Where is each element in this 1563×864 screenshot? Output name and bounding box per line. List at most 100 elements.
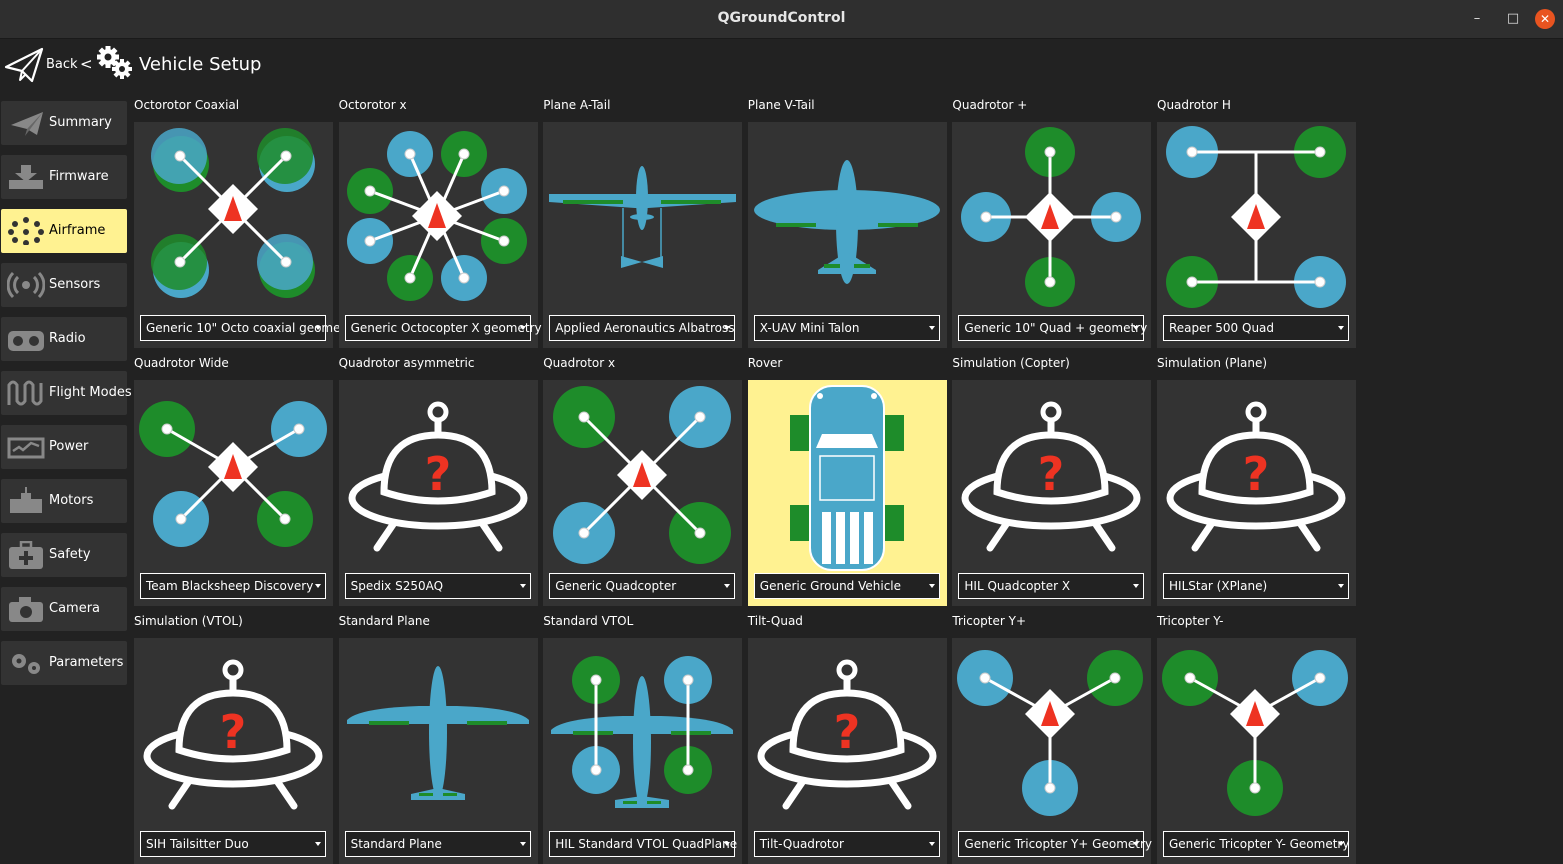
airframe-select-value: Reaper 500 Quad (1169, 321, 1275, 335)
airframe-tile-quadrotor-asymmetric[interactable]: ? Spedix S250AQ (338, 380, 538, 606)
airframe-tile-simulation-copter[interactable]: ? HIL Quadcopter X (952, 380, 1152, 606)
airframe-ufo-image: ? (961, 401, 1141, 552)
chevron-down-icon[interactable] (928, 584, 935, 588)
radio-icon (8, 331, 44, 351)
airframe-select[interactable]: Generic Tricopter Y- Geometry (1163, 831, 1349, 857)
airframe-tile-quadrotor[interactable]: Generic 10" Quad + geometry (952, 122, 1152, 348)
sidebar-item-parameters[interactable]: Parameters (1, 641, 127, 685)
gears-icon (97, 46, 132, 79)
airframe-tri-plus-image (957, 650, 1144, 816)
airframe-quad-plus-image (961, 127, 1142, 307)
airframe-tile-standard-vtol[interactable]: HIL Standard VTOL QuadPlane (543, 638, 743, 864)
airframe-tri-minus-image (1162, 650, 1348, 816)
back-button[interactable]: Back (46, 57, 78, 72)
motors-icon (10, 487, 42, 513)
sidebar-item-label: Motors (49, 493, 94, 508)
sidebar-item-power[interactable]: Power (1, 425, 127, 469)
chevron-down-icon[interactable] (315, 326, 321, 330)
airframe-select[interactable]: Team Blacksheep Discovery (140, 573, 326, 599)
airframe-tile-plane-v-tail[interactable]: X-UAV Mini Talon (747, 122, 947, 348)
airframe-select[interactable]: Spedix S250AQ (344, 573, 531, 599)
airframe-ufo-image: ? (348, 401, 528, 552)
chevron-down-icon[interactable] (1133, 584, 1140, 588)
sidebar-item-firmware[interactable]: Firmware (1, 155, 127, 199)
chevron-down-icon[interactable] (1133, 326, 1140, 330)
airframe-select[interactable]: Generic 10" Quad + geometry (958, 315, 1147, 341)
sidebar-item-camera[interactable]: Camera (1, 587, 127, 631)
chevron-down-icon[interactable] (315, 584, 321, 588)
airframe-select[interactable]: Standard Plane (344, 831, 531, 857)
airframe-octo-coax-image (151, 128, 315, 298)
parameters-icon (12, 654, 40, 674)
minimize-button[interactable]: – (1467, 9, 1487, 29)
airframe-select[interactable]: Generic 10" Octo coaxial geometry (140, 315, 357, 341)
airframe-tile-quadrotor-h[interactable]: Reaper 500 Quad (1157, 122, 1356, 348)
airframe-tile-plane-a-tail[interactable]: Applied Aeronautics Albatross (543, 122, 743, 348)
chevron-down-icon[interactable] (1133, 842, 1140, 846)
airframe-select[interactable]: HIL Standard VTOL QuadPlane (549, 831, 737, 857)
airframe-tile-tricopter-y[interactable]: Generic Tricopter Y+ Geometry (952, 638, 1152, 864)
airframe-select[interactable]: HIL Quadcopter X (958, 573, 1145, 599)
airframe-tile-simulation-plane[interactable]: ? HILStar (XPlane) (1157, 380, 1356, 606)
airframe-plane-std-image (346, 666, 529, 800)
chevron-down-icon[interactable] (1338, 842, 1344, 846)
airframe-select[interactable]: SIH Tailsitter Duo (140, 831, 326, 857)
airframe-tile-tricopter-y[interactable]: Generic Tricopter Y- Geometry (1157, 638, 1356, 864)
airframe-octo-x-image (346, 131, 527, 301)
sidebar-item-motors[interactable]: Motors (1, 479, 127, 523)
airframe-select[interactable]: X-UAV Mini Talon (753, 315, 940, 341)
airframe-select-value: HIL Quadcopter X (964, 579, 1071, 593)
chevron-down-icon[interactable] (519, 326, 526, 330)
sidebar-item-label: Airframe (49, 223, 106, 238)
airframe-tile-quadrotor-wide[interactable]: Team Blacksheep Discovery (134, 380, 333, 606)
sidebar-item-sensors[interactable]: Sensors (1, 263, 127, 307)
sidebar-item-summary[interactable]: Summary (1, 101, 127, 145)
airframe-quad-h-image (1166, 126, 1346, 308)
airframe-select[interactable]: Generic Octocopter X geometry (344, 315, 542, 341)
chevron-down-icon[interactable] (928, 842, 935, 846)
sidebar-item-flight-modes[interactable]: Flight Modes (1, 371, 132, 415)
airframe-select[interactable]: Reaper 500 Quad (1163, 315, 1349, 341)
breadcrumb-separator: < (80, 55, 93, 73)
airframe-select-value: Generic Octocopter X geometry (350, 321, 542, 335)
airframe-select[interactable]: Generic Ground Vehicle (753, 573, 940, 599)
sidebar-item-label: Camera (49, 601, 101, 616)
svg-text:?: ? (424, 447, 451, 501)
sidebar-item-airframe[interactable]: Airframe (1, 209, 127, 253)
airframe-tile-tilt-quad[interactable]: ? Tilt-Quadrotor (747, 638, 947, 864)
airframe-tile-rover[interactable]: Generic Ground Vehicle (747, 380, 947, 606)
airframe-tile-octorotor-x[interactable]: Generic Octocopter X geometry (338, 122, 542, 348)
chevron-down-icon[interactable] (1338, 326, 1344, 330)
chevron-down-icon[interactable] (519, 842, 526, 846)
sidebar-item-safety[interactable]: Safety (1, 533, 127, 577)
chevron-down-icon[interactable] (1338, 584, 1344, 588)
chevron-down-icon[interactable] (315, 842, 321, 846)
airframe-tile-quadrotor-x[interactable]: Generic Quadcopter (543, 380, 743, 606)
sidebar-item-radio[interactable]: Radio (1, 317, 127, 361)
airframe-title: Tricopter Y- (1157, 614, 1224, 628)
airframe-select-value: HILStar (XPlane) (1169, 579, 1268, 593)
airframe-tile-standard-plane[interactable]: Standard Plane (338, 638, 538, 864)
airframe-select-value: Tilt-Quadrotor (759, 837, 844, 851)
chevron-down-icon[interactable] (519, 584, 526, 588)
safety-icon (9, 541, 43, 569)
page-title: Vehicle Setup (139, 54, 262, 75)
airframe-title: Plane V-Tail (747, 98, 815, 112)
airframe-select[interactable]: Generic Tricopter Y+ Geometry (958, 831, 1152, 857)
airframe-select[interactable]: HILStar (XPlane) (1163, 573, 1349, 599)
paper-plane-icon[interactable] (4, 47, 44, 83)
maximize-button[interactable]: □ (1503, 9, 1523, 29)
airframe-select[interactable]: Tilt-Quadrotor (753, 831, 940, 857)
download-icon (9, 165, 43, 189)
chevron-down-icon[interactable] (724, 584, 731, 588)
chevron-down-icon[interactable] (724, 842, 731, 846)
airframe-select-value: Spedix S250AQ (350, 579, 444, 593)
airframe-tile-octorotor-coaxial[interactable]: Generic 10" Octo coaxial geometry (134, 122, 357, 348)
airframe-select[interactable]: Applied Aeronautics Albatross (549, 315, 736, 341)
chevron-down-icon[interactable] (724, 326, 731, 330)
airframe-title: Tilt-Quad (747, 614, 803, 628)
chevron-down-icon[interactable] (928, 326, 935, 330)
airframe-tile-simulation-vtol[interactable]: ? SIH Tailsitter Duo (134, 638, 333, 864)
airframe-select[interactable]: Generic Quadcopter (549, 573, 736, 599)
close-button[interactable]: ✕ (1535, 9, 1555, 29)
